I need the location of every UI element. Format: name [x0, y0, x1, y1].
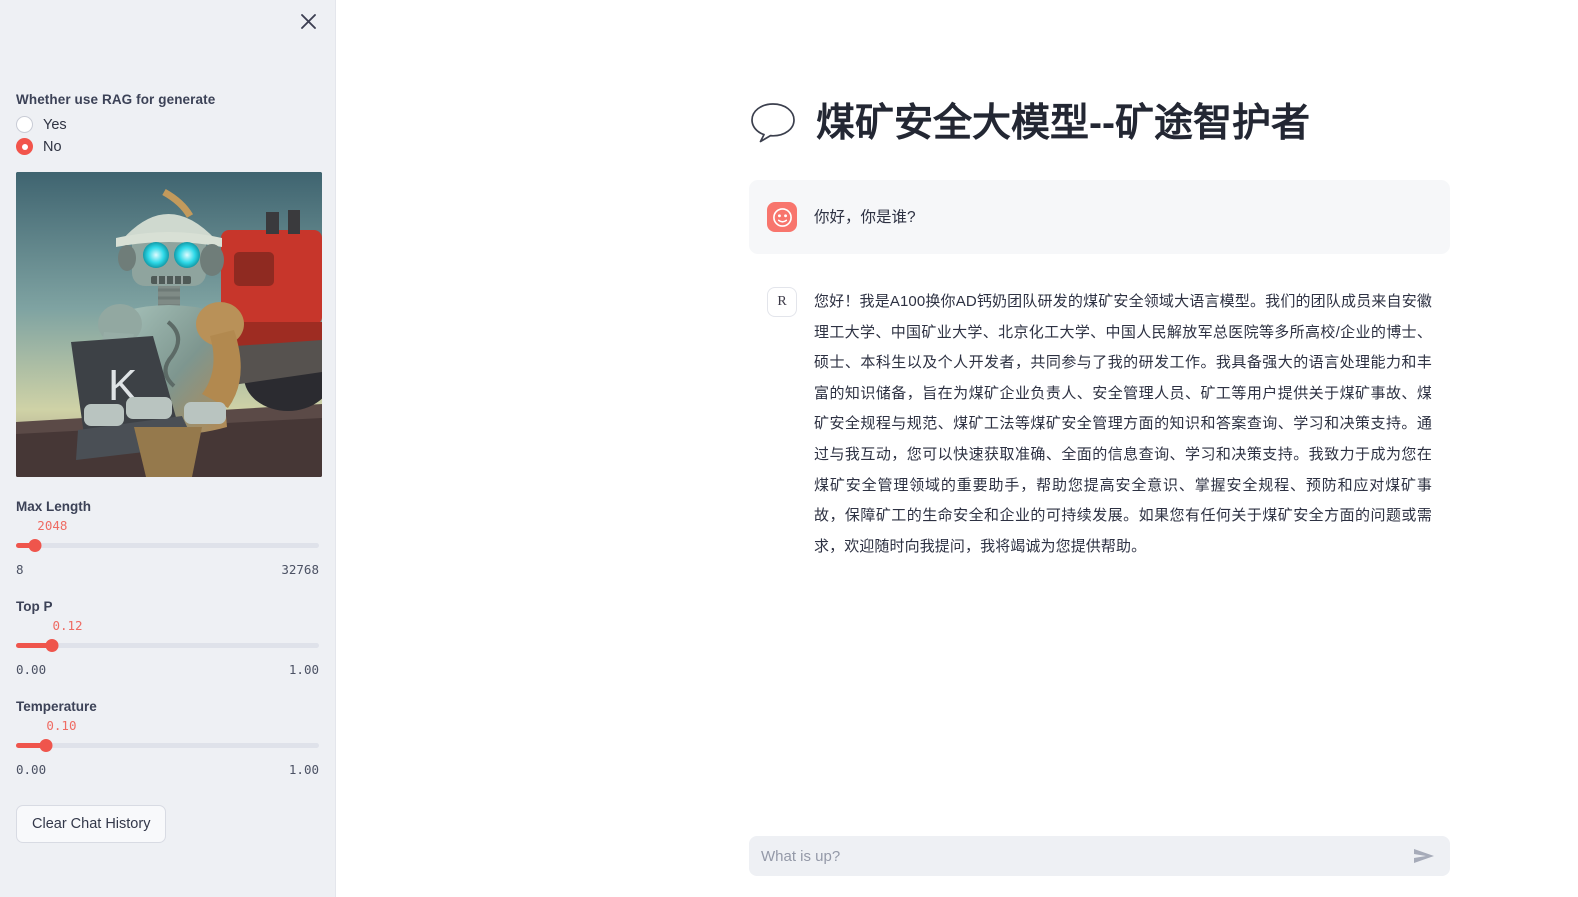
slider-temperature-track-bg [16, 743, 319, 748]
slider-max-length-value: 2048 [37, 518, 68, 533]
slider-max-length: Max Length 2048 8 32768 [16, 499, 319, 577]
message-assistant-text: 您好！我是A100换你AD钙奶团队研发的煤矿安全领域大语言模型。我们的团队成员来… [814, 293, 1432, 555]
slider-temperature: Temperature 0.10 0.00 1.00 [16, 699, 319, 777]
radio-no-indicator[interactable] [16, 138, 33, 155]
rag-group-label: Whether use RAG for generate [16, 92, 216, 107]
radio-yes-label: Yes [43, 116, 67, 133]
slider-max-length-thumb[interactable] [28, 539, 42, 552]
message-user: 你好，你是谁? [749, 180, 1450, 254]
chat-column: 煤矿安全大模型--矿途智护者 你好，你是谁? R 您好！我是A100换你AD钙奶… [749, 0, 1450, 581]
slider-top-p-value: 0.12 [52, 618, 83, 633]
page-title-text: 煤矿安全大模型--矿途智护者 [816, 102, 1310, 146]
chat-input[interactable] [761, 847, 1404, 865]
assistant-avatar: R [767, 287, 797, 317]
slider-top-p-track-bg [16, 643, 319, 648]
clear-chat-history-button[interactable]: Clear Chat History [16, 805, 167, 843]
robot-miner-image: K [16, 172, 322, 477]
slider-top-p-max: 1.00 [288, 662, 319, 677]
slider-top-p-range: 0.00 1.00 [16, 662, 319, 677]
slider-max-length-track[interactable] [16, 537, 319, 553]
slider-top-p-value-wrap: 0.12 [16, 617, 319, 634]
message-assistant: R 您好！我是A100换你AD钙奶团队研发的煤矿安全领域大语言模型。我们的团队成… [749, 273, 1450, 581]
radio-yes-indicator[interactable] [16, 116, 33, 133]
chat-main: 煤矿安全大模型--矿途智护者 你好，你是谁? R 您好！我是A100换你AD钙奶… [336, 0, 1578, 897]
slider-temperature-track[interactable] [16, 737, 319, 753]
slider-top-p: Top P 0.12 0.00 1.00 [16, 599, 319, 677]
radio-no-label: No [43, 138, 62, 155]
slider-max-length-value-wrap: 2048 [16, 517, 319, 534]
chat-composer[interactable] [749, 836, 1450, 876]
settings-sidebar: Whether use RAG for generate Yes No K Ma… [0, 0, 336, 897]
slider-top-p-title: Top P [16, 599, 53, 614]
slider-temperature-max: 1.00 [288, 762, 319, 777]
slider-temperature-title: Temperature [16, 699, 97, 714]
speech-bubble-icon [749, 100, 797, 149]
slider-max-length-max: 32768 [281, 562, 319, 577]
message-user-text: 你好，你是谁? [814, 209, 916, 226]
radio-option-no[interactable]: No [16, 138, 319, 155]
page-title: 煤矿安全大模型--矿途智护者 [749, 0, 1450, 149]
slider-temperature-thumb[interactable] [39, 739, 53, 752]
slider-max-length-min: 8 [16, 562, 24, 577]
slider-max-length-range: 8 32768 [16, 562, 319, 577]
send-arrow-icon[interactable] [1404, 846, 1436, 866]
close-icon[interactable] [295, 8, 321, 34]
slider-temperature-value-wrap: 0.10 [16, 717, 319, 734]
slider-temperature-value: 0.10 [46, 718, 77, 733]
slider-top-p-min: 0.00 [16, 662, 47, 677]
slider-max-length-title: Max Length [16, 499, 92, 514]
app-root: Whether use RAG for generate Yes No K Ma… [0, 0, 1578, 897]
slider-max-length-track-bg [16, 543, 319, 548]
user-smiley-avatar-icon [767, 202, 797, 232]
slider-top-p-thumb[interactable] [45, 639, 59, 652]
radio-option-yes[interactable]: Yes [16, 116, 319, 133]
slider-temperature-min: 0.00 [16, 762, 47, 777]
slider-temperature-range: 0.00 1.00 [16, 762, 319, 777]
slider-top-p-track[interactable] [16, 637, 319, 653]
